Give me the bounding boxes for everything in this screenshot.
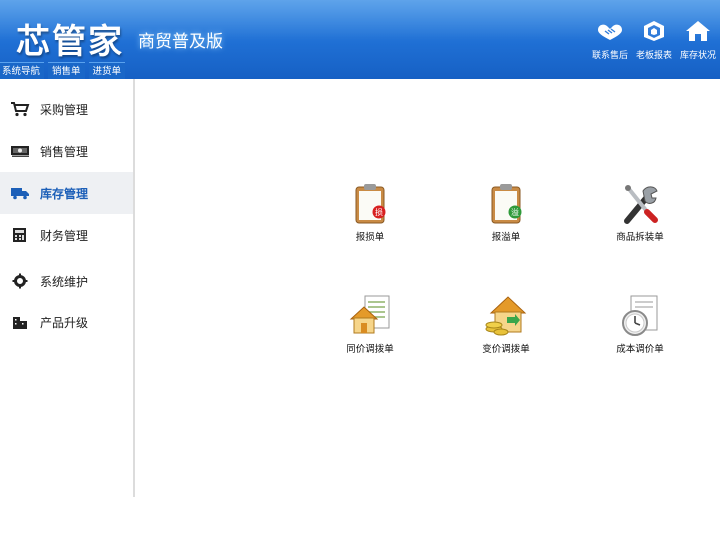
app-logo: 芯管家 [16, 22, 124, 62]
function-panel: 损 报损单 溢 报溢单 商品拆装单 同价调拨单 变价调拨单 成本调价单 [137, 79, 720, 497]
sidebar: 采购管理 销售管理 库存管理 财务管理 系统维护 产品升级 [0, 79, 135, 497]
boss-report-label: 老板报表 [635, 51, 672, 61]
app-header: 芯管家 商贸普及版 系统导航 销售单 进货单 联系售后 老板报表 库存状况 [0, 0, 720, 79]
sidebar-item-label: 采购管理 [40, 102, 89, 117]
product-assembly-button[interactable]: 商品拆装单 [595, 181, 685, 243]
gear-icon [12, 273, 28, 289]
function-label: 商品拆装单 [616, 232, 664, 243]
home-icon [686, 21, 710, 41]
sidebar-item-label: 库存管理 [40, 186, 89, 201]
sidebar-item-inventory[interactable]: 库存管理 [0, 172, 133, 214]
cube-report-icon [644, 21, 664, 41]
money-icon [11, 146, 29, 157]
sidebar-item-finance[interactable]: 财务管理 [0, 214, 133, 256]
clipboard-overflow-icon: 溢 [491, 184, 522, 224]
function-label: 变价调拨单 [482, 344, 530, 355]
sidebar-item-label: 财务管理 [40, 228, 89, 243]
sidebar-item-label: 产品升级 [40, 315, 89, 330]
variable-price-transfer-button[interactable]: 变价调拨单 [461, 293, 551, 355]
clock-document-icon [622, 295, 658, 336]
tab-system-nav[interactable]: 系统导航 [0, 62, 45, 79]
contact-support-button[interactable]: 联系售后 [588, 20, 632, 61]
tools-icon [624, 185, 658, 224]
sidebar-item-label: 销售管理 [40, 144, 89, 159]
house-document-icon [349, 295, 390, 334]
sidebar-item-system[interactable]: 系统维护 [0, 260, 133, 302]
calculator-icon [13, 228, 26, 242]
function-label: 报溢单 [491, 232, 521, 243]
sidebar-item-sales[interactable]: 销售管理 [0, 130, 133, 172]
handshake-icon [598, 24, 622, 40]
clipboard-loss-icon: 损 [355, 184, 386, 224]
top-actions: 联系售后 老板报表 库存状况 [588, 20, 720, 61]
sidebar-item-label: 系统维护 [40, 274, 89, 289]
sidebar-item-upgrade[interactable]: 产品升级 [0, 301, 133, 343]
sidebar-item-purchase[interactable]: 采购管理 [0, 88, 133, 130]
house-coins-icon [485, 296, 527, 336]
svg-text:损: 损 [375, 207, 383, 217]
cart-icon [11, 102, 30, 117]
function-label: 成本调价单 [616, 344, 664, 355]
contact-support-label: 联系售后 [591, 51, 628, 61]
cost-adjustment-button[interactable]: 成本调价单 [595, 293, 685, 355]
tab-purchase-order[interactable]: 进货单 [88, 62, 126, 79]
function-label: 同价调拨单 [346, 344, 394, 355]
function-label: 报损单 [355, 232, 385, 243]
tab-sales-order[interactable]: 销售单 [48, 62, 85, 79]
same-price-transfer-button[interactable]: 同价调拨单 [325, 293, 415, 355]
inventory-status-label: 库存状况 [679, 51, 716, 61]
truck-icon [11, 188, 29, 200]
svg-text:溢: 溢 [511, 207, 519, 217]
building-icon [13, 317, 27, 329]
tab-bar: 系统导航 销售单 进货单 [0, 62, 129, 79]
loss-report-button[interactable]: 损 报损单 [325, 181, 415, 243]
edition-label: 商贸普及版 [138, 32, 223, 52]
boss-report-button[interactable]: 老板报表 [632, 20, 676, 61]
overflow-report-button[interactable]: 溢 报溢单 [461, 181, 551, 243]
inventory-status-button[interactable]: 库存状况 [676, 20, 720, 61]
